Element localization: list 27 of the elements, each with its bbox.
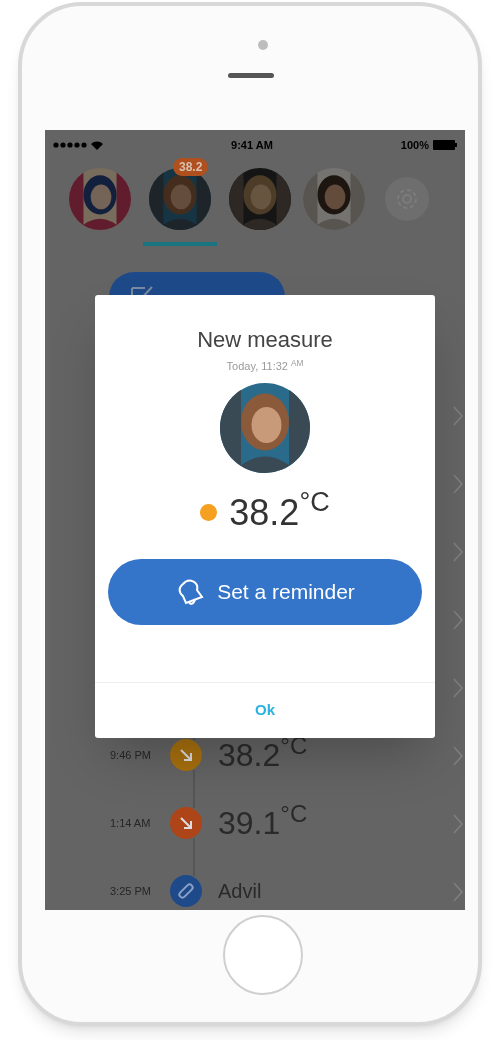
- chevron-icon[interactable]: [453, 746, 463, 766]
- camera-icon: [258, 40, 268, 50]
- chevron-icon[interactable]: [453, 814, 463, 834]
- chevron-icon[interactable]: [453, 406, 463, 426]
- set-reminder-button[interactable]: Set a reminder: [108, 558, 422, 625]
- temperature-value: 39.1$^{°C}$: [218, 807, 308, 839]
- signal-icon: [53, 142, 87, 148]
- medication-name: Advil: [218, 879, 262, 904]
- entry-time: 9:46 PM: [110, 747, 152, 763]
- dialog-title: New measure: [197, 326, 333, 354]
- measure-time: Today, 11:32 $^{AM}$: [226, 358, 304, 374]
- temperature-badge: 38.2: [173, 158, 209, 176]
- settings-button[interactable]: [385, 177, 429, 221]
- battery-icon: [433, 140, 457, 150]
- chevron-icon[interactable]: [453, 882, 463, 902]
- chevron-icon[interactable]: [453, 542, 463, 562]
- temperature-value: 38.2$^{°C}$: [229, 494, 330, 531]
- speaker-icon: [228, 73, 274, 78]
- wifi-icon: [91, 140, 103, 150]
- chevron-icon[interactable]: [453, 678, 463, 698]
- chevron-icon[interactable]: [453, 474, 463, 494]
- entry-time: 1:14 AM: [110, 815, 152, 831]
- status-time: 9:41 AM: [231, 137, 273, 153]
- ok-button[interactable]: Ok: [243, 699, 287, 722]
- battery-percent: 100%: [400, 137, 429, 153]
- entry-time: 3:25 PM: [110, 883, 152, 899]
- chevron-icon[interactable]: [453, 610, 463, 630]
